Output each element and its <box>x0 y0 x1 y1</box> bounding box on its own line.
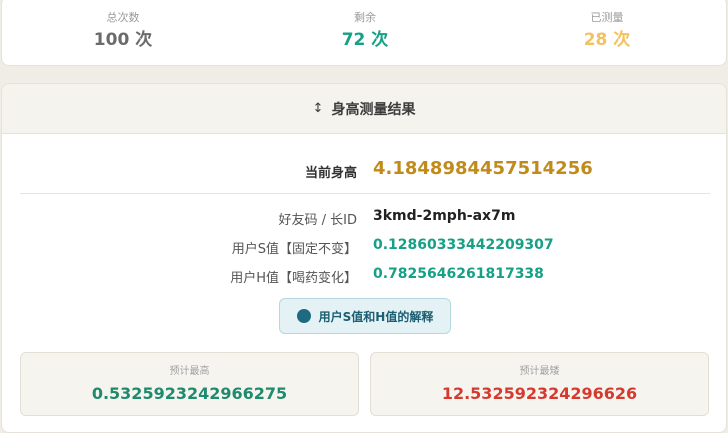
s-value-label: 用户S值【固定不变】 <box>231 242 357 257</box>
stat-total-value: 100 次 <box>93 30 153 50</box>
stat-measured-value: 28 次 <box>583 30 631 50</box>
predicted-min-value: 12.532592324296626 <box>441 384 638 403</box>
stats-card: 总次数 100 次 剩余 72 次 已测量 28 次 <box>1 0 727 66</box>
predicted-min-box: 预计最矮 12.532592324296626 <box>370 352 709 416</box>
stat-total: 总次数 100 次 <box>2 1 244 50</box>
stat-measured-label: 已测量 <box>590 11 624 24</box>
info-dot-icon <box>296 309 311 323</box>
stat-remaining-value: 72 次 <box>341 30 389 50</box>
predicted-max-value: 0.5325923242966275 <box>91 384 288 403</box>
result-header: ↕ 身高测量结果 <box>2 84 726 134</box>
friend-code-label: 好友码 / 长ID <box>278 213 358 228</box>
current-height-label: 当前身高 <box>304 166 357 181</box>
explain-sh-button[interactable]: 用户S值和H值的解释 <box>279 298 451 334</box>
vertical-arrows-icon: ↕ <box>312 101 324 116</box>
friend-code-value: 3kmd-2mph-ax7m <box>373 208 516 224</box>
divider <box>20 193 710 194</box>
s-value: 0.12860333442209307 <box>373 237 554 253</box>
predicted-max-label: 预计最高 <box>169 366 210 377</box>
h-value-label: 用户H值【喝药变化】 <box>230 271 357 286</box>
h-value: 0.7825646261817338 <box>373 266 544 282</box>
height-result-card: ↕ 身高测量结果 当前身高 4.1848984457514256 好友码 / 长… <box>1 83 727 433</box>
predicted-min-label: 预计最矮 <box>519 366 560 377</box>
predicted-max-box: 预计最高 0.5325923242966275 <box>20 352 359 416</box>
current-height-value: 4.1848984457514256 <box>373 158 593 179</box>
explain-button-label: 用户S值和H值的解释 <box>318 309 434 324</box>
stat-remaining: 剩余 72 次 <box>244 1 486 50</box>
stat-remaining-label: 剩余 <box>354 11 376 24</box>
stat-measured: 已测量 28 次 <box>486 1 728 50</box>
result-title: 身高测量结果 <box>331 101 416 118</box>
stat-total-label: 总次数 <box>106 11 140 24</box>
